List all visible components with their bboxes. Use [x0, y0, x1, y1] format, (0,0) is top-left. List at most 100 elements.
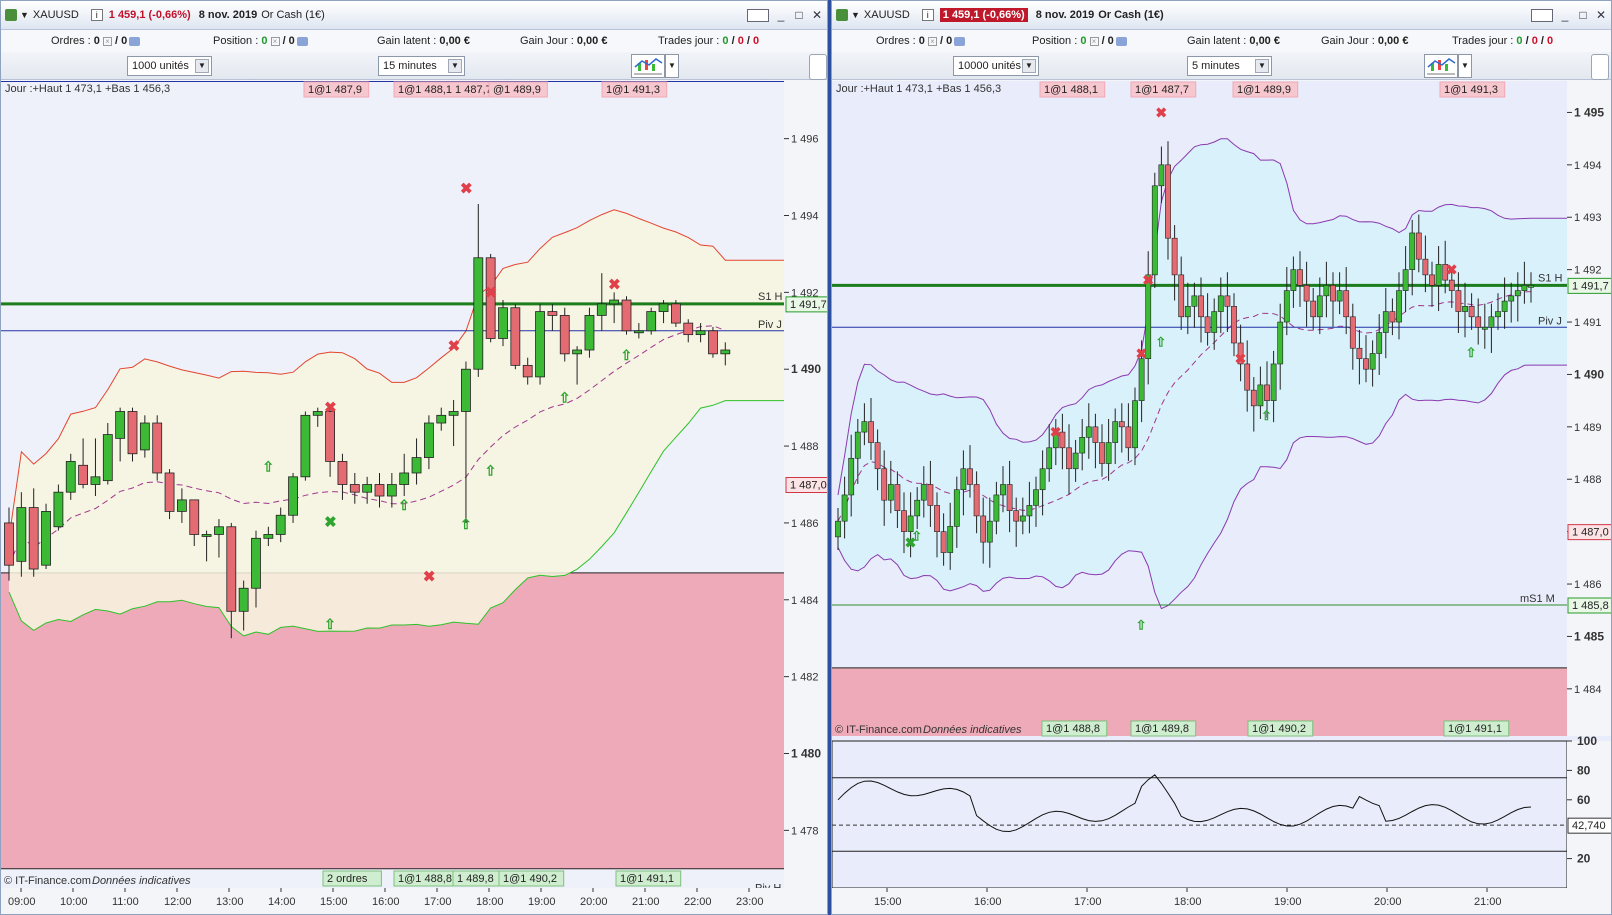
close-icon[interactable]: ✕	[811, 8, 823, 22]
chevron-down-icon[interactable]: ▼	[851, 10, 860, 20]
price-tick-label: 1 486	[791, 518, 819, 530]
price-chart[interactable]: S1 HPiv JmS1 M⇧⇧⇧⇧⇧✖✖✖ ✖✖✖✖1 4951 4941 49…	[832, 81, 1611, 915]
candle	[41, 510, 51, 566]
timeframe-select[interactable]: 5 minutes ▼	[1187, 56, 1272, 76]
link-icon[interactable]	[954, 36, 966, 46]
orders-status[interactable]: Ordres : 0 × / 0	[876, 35, 966, 47]
osc-tick-label: 60	[1577, 793, 1591, 807]
time-tick-label: 15:00	[874, 896, 902, 908]
candle	[1349, 316, 1356, 349]
price-tick-label: 1 490	[791, 362, 821, 376]
candle	[238, 587, 249, 612]
exit-cross-icon: ✖	[324, 400, 337, 417]
timeframe-select[interactable]: 15 minutes ▼	[378, 56, 465, 76]
order-tag-bottom: 2 ordres	[327, 873, 368, 885]
panel-toggle-button[interactable]	[809, 54, 827, 80]
app-icon[interactable]	[5, 9, 17, 21]
keyboard-icon[interactable]	[747, 8, 769, 22]
title-bar[interactable]: ▼ XAUUSD i 1 459,1 (-0,66%) 8 nov. 2019 …	[1, 1, 827, 30]
buy-arrow-icon: ⇧	[1155, 335, 1166, 350]
gain-latent-status: Gain latent : 0,00 €	[1187, 35, 1280, 47]
chevron-down-icon[interactable]: ▼	[195, 59, 209, 73]
time-tick-label: 13:00	[216, 896, 244, 908]
price-tick-label: 1 494	[791, 211, 819, 223]
price-tick-label: 1 493	[1574, 212, 1602, 224]
copyright-text: © IT-Finance.com	[835, 724, 922, 736]
close-position-icon[interactable]: ×	[270, 36, 280, 46]
osc-tick-label: 100	[1577, 734, 1597, 748]
chevron-down-icon[interactable]: ▼	[20, 10, 29, 20]
panel-toggle-button[interactable]	[1591, 54, 1609, 80]
candle	[1000, 484, 1006, 496]
close-icon[interactable]: ✕	[1595, 8, 1607, 22]
candle	[683, 322, 694, 336]
quantity-select[interactable]: 1000 unités ▼	[127, 56, 212, 76]
candle	[881, 468, 888, 501]
candle	[708, 330, 718, 355]
candle	[1085, 426, 1092, 438]
cancel-icon[interactable]: ×	[102, 36, 112, 46]
buy-arrow-icon: ⇧	[324, 616, 336, 632]
candle	[835, 520, 841, 538]
candle	[1066, 447, 1072, 470]
candle	[498, 307, 508, 339]
indicator-tool-button[interactable]	[631, 54, 665, 78]
close-position-icon[interactable]: ×	[1089, 36, 1099, 46]
session-date: 8 nov. 2019	[198, 9, 258, 21]
order-tag-top: 1@1 488,1 1 487,7	[398, 84, 492, 96]
candle	[621, 299, 632, 332]
order-tag-bottom: 1@1 488,8	[1046, 723, 1100, 735]
orders-count: 0	[918, 35, 925, 47]
trades-label: Trades jour :	[658, 35, 720, 47]
minimize-icon[interactable]: _	[775, 8, 787, 22]
candle	[1257, 384, 1264, 407]
maximize-icon[interactable]: □	[793, 8, 805, 22]
chart-window-right: ▼ XAUUSD i 1 459,1 (-0,66%) 8 nov. 2019 …	[831, 0, 1612, 915]
candle	[1330, 285, 1336, 302]
position-status[interactable]: Position : 0 × / 0	[1032, 35, 1127, 47]
indicator-tool-button[interactable]	[1424, 54, 1458, 78]
symbol-name[interactable]: XAUUSD	[864, 9, 910, 21]
candle	[1132, 400, 1138, 449]
info-icon[interactable]: i	[90, 9, 103, 21]
exit-cross-icon: ✖	[1050, 424, 1062, 440]
indicator-menu-arrow[interactable]: ▼	[665, 54, 679, 78]
disclaimer-text: Données indicatives	[923, 724, 1022, 736]
position-status[interactable]: Position : 0 × / 0	[213, 35, 308, 47]
chevron-down-icon[interactable]: ▼	[1022, 59, 1036, 73]
minimize-icon[interactable]: _	[1559, 8, 1571, 22]
candle	[1402, 269, 1409, 291]
order-tag-bottom: 1@1 489,8	[1135, 723, 1189, 735]
orders-count: 0	[93, 35, 100, 47]
quantity-value: 10000 unités	[958, 60, 1021, 72]
candle	[1072, 452, 1079, 470]
candle	[1376, 332, 1383, 354]
keyboard-icon[interactable]	[1531, 8, 1553, 22]
link-icon[interactable]	[1115, 36, 1127, 46]
chevron-down-icon[interactable]: ▼	[448, 59, 462, 73]
orders-status[interactable]: Ordres : 0 × / 0	[51, 35, 141, 47]
candle	[1303, 285, 1310, 302]
info-icon[interactable]: i	[921, 9, 934, 21]
ms1-label: mS1 M	[1520, 593, 1555, 605]
link-icon[interactable]	[129, 36, 141, 46]
maximize-icon[interactable]: □	[1577, 8, 1589, 22]
candle	[325, 411, 336, 462]
chart-control-bar: 10000 unités ▼ 5 minutes ▼ ▼	[832, 52, 1611, 80]
candle	[1323, 285, 1330, 297]
price-tick-label: 1 484	[791, 595, 819, 607]
time-tick-label: 17:00	[424, 896, 452, 908]
link-icon[interactable]	[296, 36, 308, 46]
candle	[609, 299, 620, 305]
candle	[1079, 437, 1086, 454]
chevron-down-icon[interactable]: ▼	[1255, 59, 1269, 73]
price-chart[interactable]: S1 HPiv JPiv H⇧⇧⇧⇧⇧⇧⇧✖✖✖✖✖✖✖1 4961 4941 …	[1, 81, 827, 915]
symbol-name[interactable]: XAUUSD	[33, 9, 79, 21]
app-icon[interactable]	[836, 9, 848, 21]
cancel-icon[interactable]: ×	[927, 36, 937, 46]
title-bar[interactable]: ▼ XAUUSD i 1 459,1 (-0,66%) 8 nov. 2019 …	[832, 1, 1611, 30]
indicator-menu-arrow[interactable]: ▼	[1458, 54, 1472, 78]
quantity-select[interactable]: 10000 unités ▼	[953, 56, 1039, 76]
order-tag-top: @1 489,9	[493, 84, 541, 96]
candle	[967, 468, 973, 485]
